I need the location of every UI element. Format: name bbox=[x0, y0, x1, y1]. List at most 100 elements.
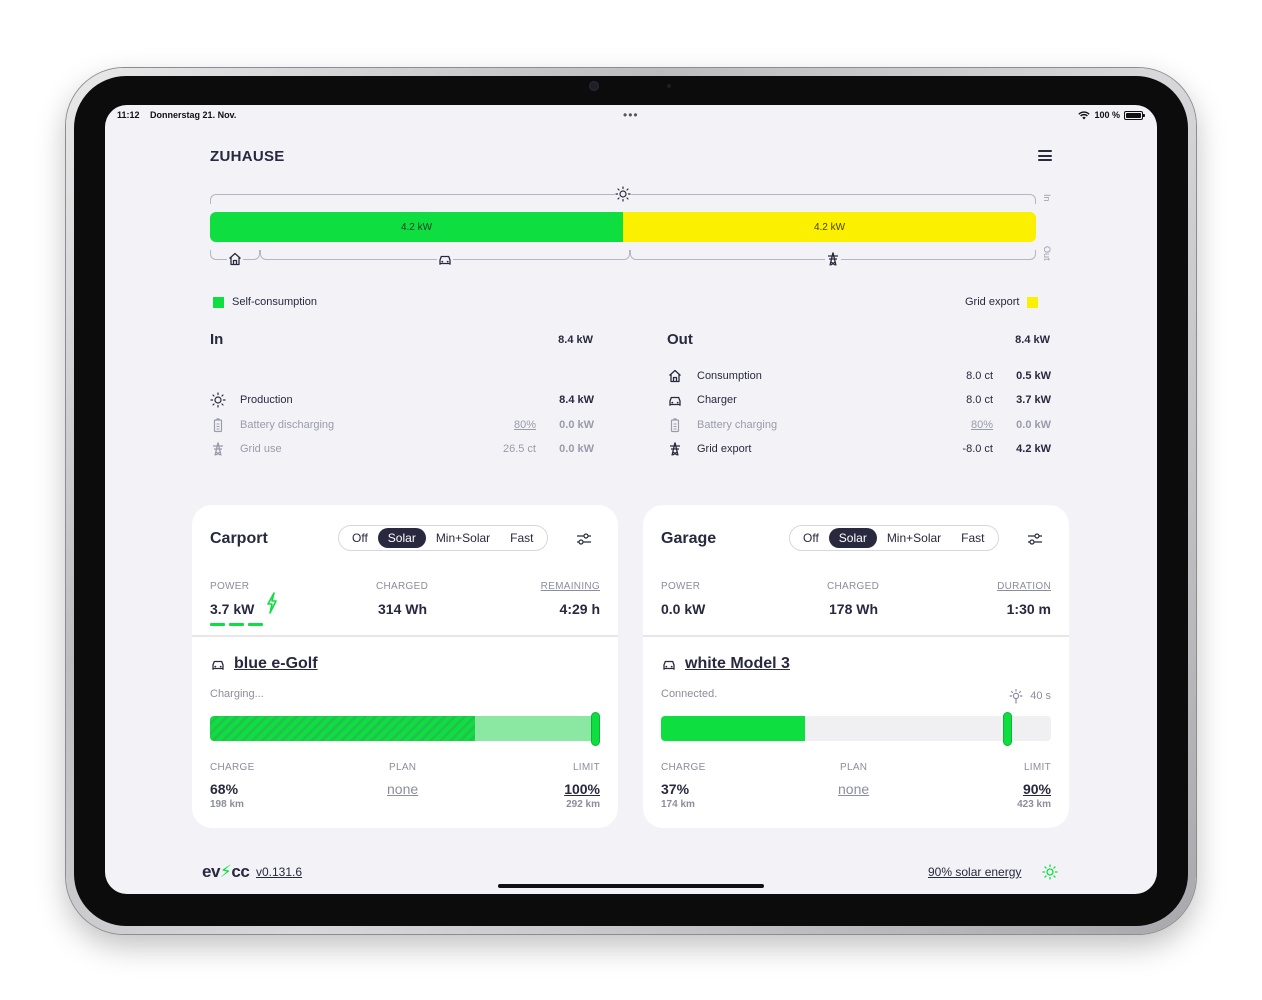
multitask-dots[interactable]: ••• bbox=[623, 108, 639, 122]
power-label: POWER bbox=[210, 581, 250, 592]
house-icon bbox=[227, 251, 243, 267]
sliders-icon[interactable] bbox=[1027, 531, 1043, 547]
remaining-label[interactable]: REMAINING bbox=[541, 581, 600, 592]
site-title: ZUHAUSE bbox=[210, 148, 285, 165]
charged-value: 178 Wh bbox=[829, 601, 879, 617]
car-icon bbox=[212, 660, 224, 670]
soc-limit-zone bbox=[475, 716, 600, 741]
plan-label: PLAN bbox=[840, 762, 868, 773]
grid-tower-icon bbox=[670, 442, 680, 456]
charge-value: 68% bbox=[210, 781, 239, 797]
duration-value: 1:30 m bbox=[1006, 601, 1051, 617]
mode-fast-button[interactable]: Fast bbox=[500, 528, 543, 548]
power-label: POWER bbox=[661, 581, 701, 592]
sun-icon bbox=[615, 186, 631, 202]
remaining-value: 4:29 h bbox=[559, 601, 600, 617]
limit-value[interactable]: 100% bbox=[564, 781, 600, 797]
loadpoint-title: Carport bbox=[210, 530, 268, 547]
in-row-grid-use: Grid use 26.5 ct 0.0 kW bbox=[210, 441, 594, 457]
mode-solar-button[interactable]: Solar bbox=[828, 528, 877, 548]
home-indicator[interactable] bbox=[498, 884, 764, 888]
battery-soc-link[interactable]: 80% bbox=[971, 419, 993, 431]
solar-energy-link[interactable]: 90% solar energy bbox=[928, 865, 1021, 879]
row-value: 8.4 kW bbox=[559, 394, 594, 406]
row-label: Grid export bbox=[697, 443, 752, 455]
battery-percent: 100 % bbox=[1094, 110, 1120, 120]
mode-minsolar-button[interactable]: Min+Solar bbox=[877, 528, 951, 548]
row-label: Charger bbox=[697, 394, 737, 406]
in-heading: In bbox=[210, 331, 224, 348]
battery-icon bbox=[670, 418, 680, 433]
row-price: 8.0 ct bbox=[966, 370, 993, 382]
legend-grid-export-label: Grid export bbox=[965, 296, 1020, 308]
mode-solar-button[interactable]: Solar bbox=[377, 528, 426, 548]
sun-icon bbox=[1042, 864, 1058, 880]
vehicle-name[interactable]: blue e-Golf bbox=[234, 655, 318, 673]
loadpoint-card-carport: Carport Off Solar Min+Solar Fast POWER 3… bbox=[192, 505, 618, 828]
row-value: 4.2 kW bbox=[1016, 443, 1051, 455]
legend-self-consumption: Self-consumption bbox=[213, 296, 317, 308]
vehicle-title[interactable]: white Model 3 bbox=[661, 655, 790, 673]
status-time-date: 11:12 Donnerstag 21. Nov. bbox=[117, 110, 244, 120]
limit-value[interactable]: 90% bbox=[1023, 781, 1051, 797]
front-camera bbox=[589, 81, 599, 91]
duration-label[interactable]: DURATION bbox=[997, 581, 1051, 592]
wifi-icon bbox=[1078, 110, 1091, 119]
in-row-battery-discharging: Battery discharging 80% 0.0 kW bbox=[210, 417, 594, 433]
sun-icon bbox=[210, 392, 226, 408]
in-row-production: Production 8.4 kW bbox=[210, 392, 594, 408]
row-value: 0.0 kW bbox=[1016, 419, 1051, 431]
charged-label: CHARGED bbox=[827, 581, 880, 592]
row-value: 0.0 kW bbox=[559, 419, 594, 431]
loadpoint-title: Garage bbox=[661, 530, 717, 547]
legend-grid-export: Grid export bbox=[965, 296, 1039, 308]
limit-slider-handle[interactable] bbox=[1003, 712, 1012, 746]
loadpoint-card-garage: Garage Off Solar Min+Solar Fast POWER 0.… bbox=[643, 505, 1069, 828]
row-label: Battery charging bbox=[697, 419, 778, 431]
mode-off-button[interactable]: Off bbox=[342, 528, 378, 548]
battery-icon bbox=[213, 418, 223, 433]
mode-fast-button[interactable]: Fast bbox=[951, 528, 994, 548]
vehicle-name[interactable]: white Model 3 bbox=[685, 655, 790, 673]
version-link[interactable]: v0.131.6 bbox=[256, 865, 302, 879]
status-bar: 11:12 Donnerstag 21. Nov. ••• 100 % bbox=[105, 105, 1157, 125]
timer-value: 40 s bbox=[1030, 690, 1051, 702]
plan-label: PLAN bbox=[389, 762, 417, 773]
ambient-sensor bbox=[667, 84, 671, 88]
hamburger-menu-icon[interactable] bbox=[1038, 150, 1052, 161]
charging-indicator bbox=[210, 623, 263, 626]
plan-link[interactable]: none bbox=[387, 781, 418, 797]
app-screen: 11:12 Donnerstag 21. Nov. ••• 100 % ZUHA… bbox=[105, 105, 1157, 894]
charged-label: CHARGED bbox=[376, 581, 429, 592]
limit-label: LIMIT bbox=[572, 762, 600, 773]
house-icon bbox=[669, 369, 681, 383]
out-row-battery-charging: Battery charging 80% 0.0 kW bbox=[667, 417, 1051, 433]
vehicle-status: Charging... bbox=[210, 688, 264, 700]
battery-soc-link[interactable]: 80% bbox=[514, 419, 536, 431]
card-divider bbox=[643, 635, 1069, 637]
card-divider bbox=[192, 635, 618, 637]
mode-off-button[interactable]: Off bbox=[793, 528, 829, 548]
out-side-label: Out bbox=[1042, 246, 1052, 261]
row-price: 26.5 ct bbox=[502, 443, 536, 455]
lightning-icon bbox=[267, 592, 277, 614]
row-price: 8.0 ct bbox=[966, 394, 993, 406]
mode-minsolar-button[interactable]: Min+Solar bbox=[426, 528, 500, 548]
in-total: 8.4 kW bbox=[558, 334, 593, 346]
row-label: Battery discharging bbox=[240, 419, 335, 431]
plan-link[interactable]: none bbox=[838, 781, 869, 797]
soc-bar bbox=[661, 716, 1051, 741]
soc-bar bbox=[210, 716, 600, 741]
status-right: 100 % bbox=[1078, 110, 1145, 120]
status-time: 11:12 bbox=[117, 110, 140, 120]
limit-slider-handle[interactable] bbox=[591, 712, 600, 746]
legend-swatch-yellow bbox=[1027, 296, 1039, 308]
self-consumption-segment: 4.2 kW bbox=[210, 212, 623, 242]
vehicle-title[interactable]: blue e-Golf bbox=[210, 655, 318, 673]
grid-tower-icon bbox=[213, 442, 223, 456]
sliders-icon[interactable] bbox=[576, 531, 592, 547]
vehicle-status: Connected. bbox=[661, 688, 718, 700]
solar-timer: 40 s bbox=[1008, 688, 1051, 704]
power-value: 3.7 kW bbox=[210, 601, 255, 617]
limit-range: 423 km bbox=[1017, 799, 1051, 810]
